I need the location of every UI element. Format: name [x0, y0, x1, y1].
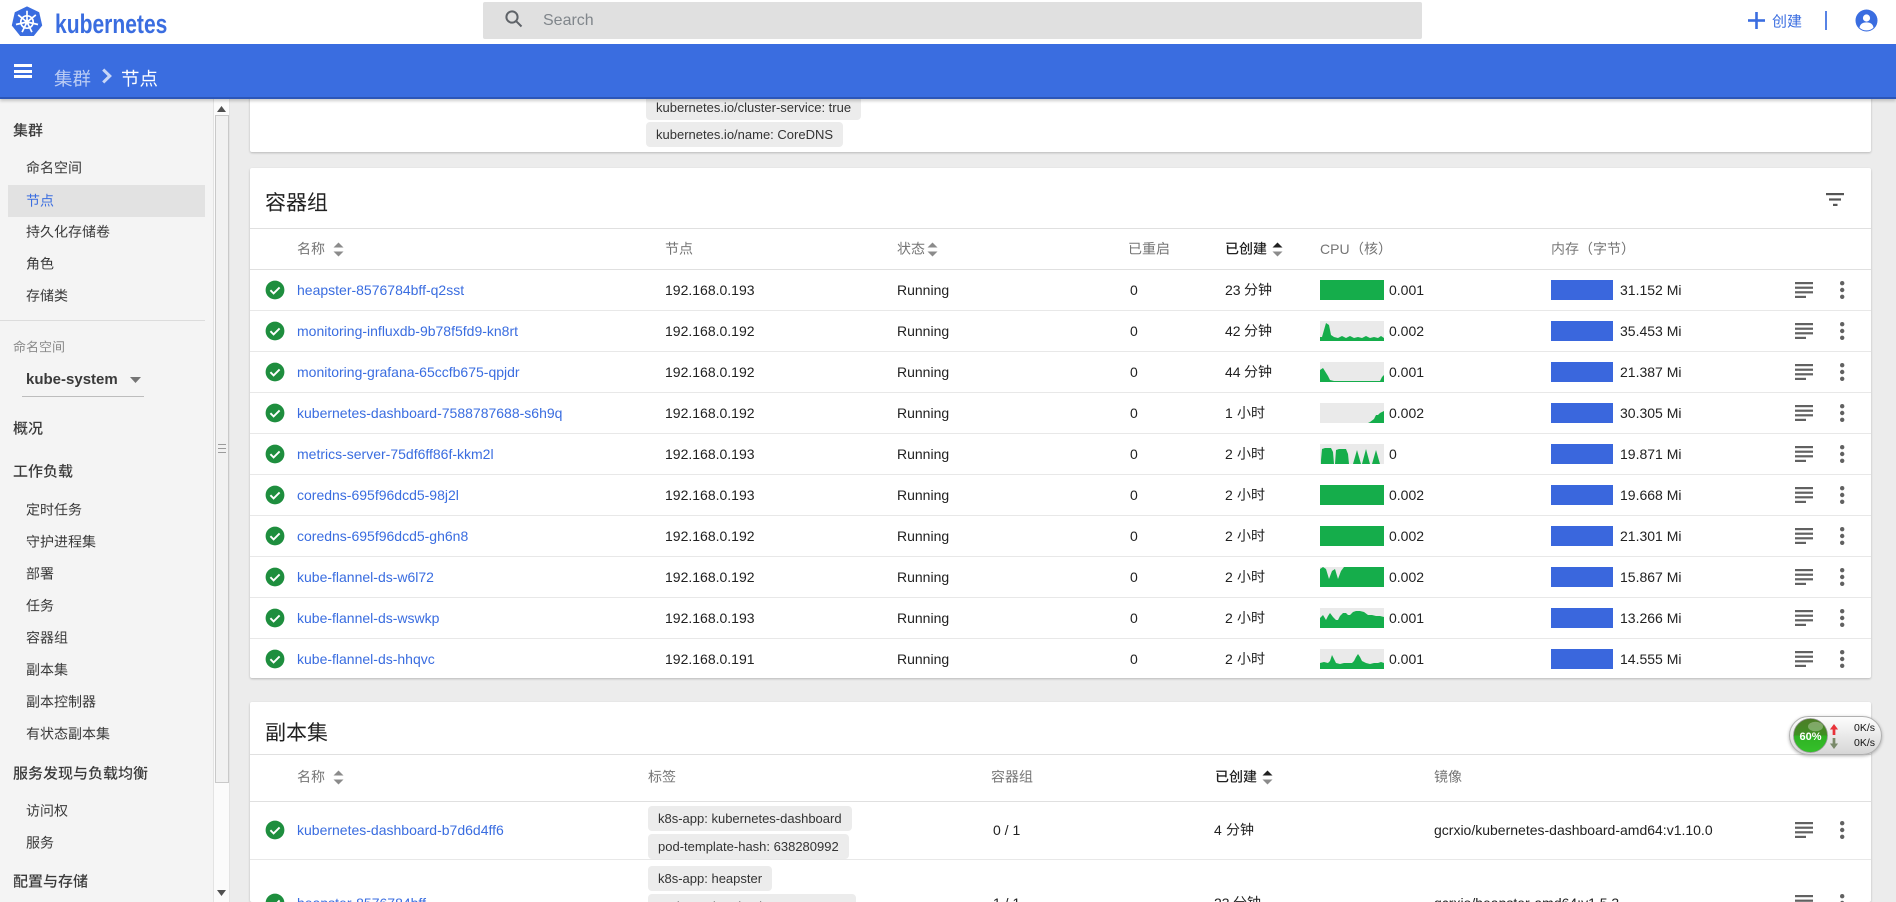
svg-text:60%: 60% — [1799, 731, 1821, 743]
